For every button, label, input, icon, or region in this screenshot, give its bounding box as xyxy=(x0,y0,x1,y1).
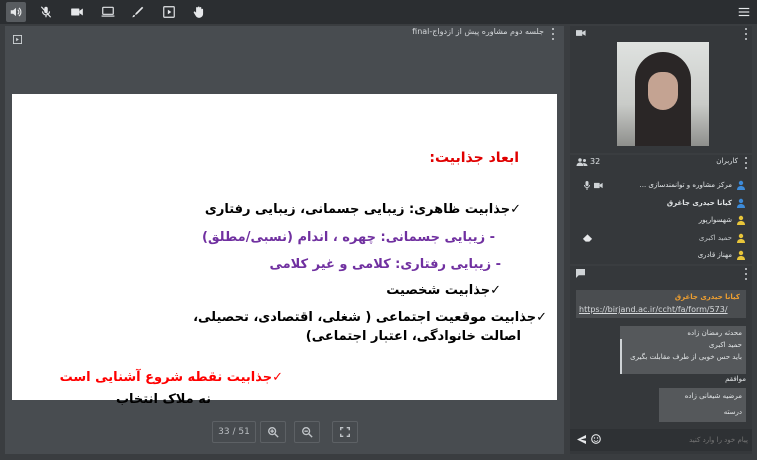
media-icon[interactable] xyxy=(159,2,179,22)
chat-text: درسته xyxy=(723,408,742,416)
chat-input[interactable] xyxy=(606,432,750,447)
chat-author: حمید اکبری xyxy=(708,341,742,349)
user-icon xyxy=(737,215,745,225)
slide-line: ✓جذابیت موقعیت اجتماعی ( شغلی، اقتصادی، … xyxy=(193,310,547,325)
slide-line: - زیبایی جسمانی: چهره ، اندام (نسبی/مطلق… xyxy=(202,230,495,245)
webcam-panel xyxy=(570,26,752,153)
presentation-controls: 33 / 51 xyxy=(212,421,358,443)
users-header: 32 کاربران xyxy=(570,155,752,169)
users-panel: 32 کاربران مرکز مشاوره و توانمندسازی ...… xyxy=(570,155,752,264)
slide-line: ✓جذابیت ظاهری: زیبایی جسمانی، زیبایی رفت… xyxy=(204,202,521,217)
screen-share-icon[interactable] xyxy=(98,2,118,22)
presentation-area: جلسه دوم مشاوره پیش از ازدواج-final ابعا… xyxy=(5,26,564,454)
camera-icon xyxy=(594,182,603,189)
page-indicator[interactable]: 33 / 51 xyxy=(212,421,256,443)
hand-icon[interactable] xyxy=(189,2,209,22)
chat-message: مرضیه شیعانی زاده درسته xyxy=(659,388,746,422)
user-name: شهسوارپور xyxy=(698,216,732,224)
camera-icon xyxy=(576,30,586,36)
chat-icon xyxy=(576,269,585,278)
pen-icon[interactable] xyxy=(128,2,148,22)
slide-line: - زیبایی رفتاری: کلامی و غیر کلامی xyxy=(269,257,501,272)
participant-face xyxy=(648,72,678,110)
chat-bubble: حمید اکبری باید حس خوبی از طرف مقابلت بگ… xyxy=(620,339,746,374)
user-name: مرکز مشاوره و توانمندسازی ... xyxy=(639,181,732,189)
zoom-in-button[interactable] xyxy=(260,421,286,443)
send-icon[interactable] xyxy=(577,435,586,444)
emoji-icon[interactable] xyxy=(591,434,601,444)
webcam-options-icon[interactable] xyxy=(744,28,748,40)
chat-author: مرضیه شیعانی زاده xyxy=(684,392,742,400)
user-icon xyxy=(737,180,745,190)
user-row[interactable]: شهسوارپور xyxy=(570,214,752,227)
users-options-icon[interactable] xyxy=(744,157,748,169)
chat-text: موافقم xyxy=(725,375,746,383)
chat-input-bar xyxy=(570,429,752,451)
users-count: 32 xyxy=(590,157,601,166)
fit-screen-button[interactable] xyxy=(332,421,358,443)
user-name: مهناز قادری xyxy=(697,251,732,259)
users-icon xyxy=(576,158,588,166)
slide-line: اصالت خانوادگی، اعتبار اجتماعی) xyxy=(305,329,521,344)
menu-icon[interactable] xyxy=(734,2,754,22)
user-icon xyxy=(737,233,745,243)
user-icon xyxy=(737,250,745,260)
user-icon xyxy=(737,198,745,208)
eraser-icon xyxy=(582,234,593,242)
chat-message: کیانا حیدری جاغرق https://birjand.ac.ir/… xyxy=(576,290,746,318)
presentation-header: جلسه دوم مشاوره پیش از ازدواج-final xyxy=(5,26,564,44)
chat-header xyxy=(570,266,752,280)
chat-author: کیانا حیدری جاغرق xyxy=(674,293,740,301)
mic-icon xyxy=(584,181,590,190)
speaker-icon[interactable] xyxy=(6,2,26,22)
slide-heading: ابعاد جذابیت: xyxy=(429,150,519,166)
zoom-out-button[interactable] xyxy=(294,421,320,443)
slide-line: نه ملاک انتخاب xyxy=(115,392,211,407)
user-row[interactable]: مهناز قادری xyxy=(570,249,752,262)
user-name: حمید اکبری xyxy=(698,234,732,242)
users-title: کاربران xyxy=(716,157,738,165)
chat-link[interactable]: https://birjand.ac.ir/ccht/fa/form/573/ xyxy=(579,305,728,314)
minimize-presentation-icon[interactable] xyxy=(13,29,22,44)
user-row[interactable]: مرکز مشاوره و توانمندسازی ... xyxy=(570,179,752,192)
presentation-options-icon[interactable] xyxy=(551,28,555,40)
user-row[interactable]: حمید اکبری xyxy=(570,232,752,245)
chat-message: محدثه رمضان زاده حمید اکبری باید حس خوبی… xyxy=(620,326,746,374)
camera-icon[interactable] xyxy=(67,2,87,22)
chat-options-icon[interactable] xyxy=(744,268,748,280)
webcam-header xyxy=(570,26,752,40)
slide: ابعاد جذابیت: ✓جذابیت ظاهری: زیبایی جسما… xyxy=(12,94,557,407)
chat-author: محدثه رمضان زاده xyxy=(687,329,742,337)
top-toolbar xyxy=(0,0,757,24)
chat-panel: کیانا حیدری جاغرق https://birjand.ac.ir/… xyxy=(570,266,752,454)
slide-line: ✓جذابیت نقطه شروع آشنایی است xyxy=(59,370,283,385)
chat-text: باید حس خوبی از طرف مقابلت بگیری xyxy=(630,353,742,361)
presentation-title: جلسه دوم مشاوره پیش از ازدواج-final xyxy=(412,27,544,36)
mic-off-icon[interactable] xyxy=(36,2,56,22)
user-row[interactable]: کیانا حیدری جاغرق xyxy=(570,197,752,210)
user-name: کیانا حیدری جاغرق xyxy=(666,199,732,207)
slide-line: ✓جذابیت شخصیت xyxy=(386,283,501,298)
webcam-video[interactable] xyxy=(617,42,709,146)
